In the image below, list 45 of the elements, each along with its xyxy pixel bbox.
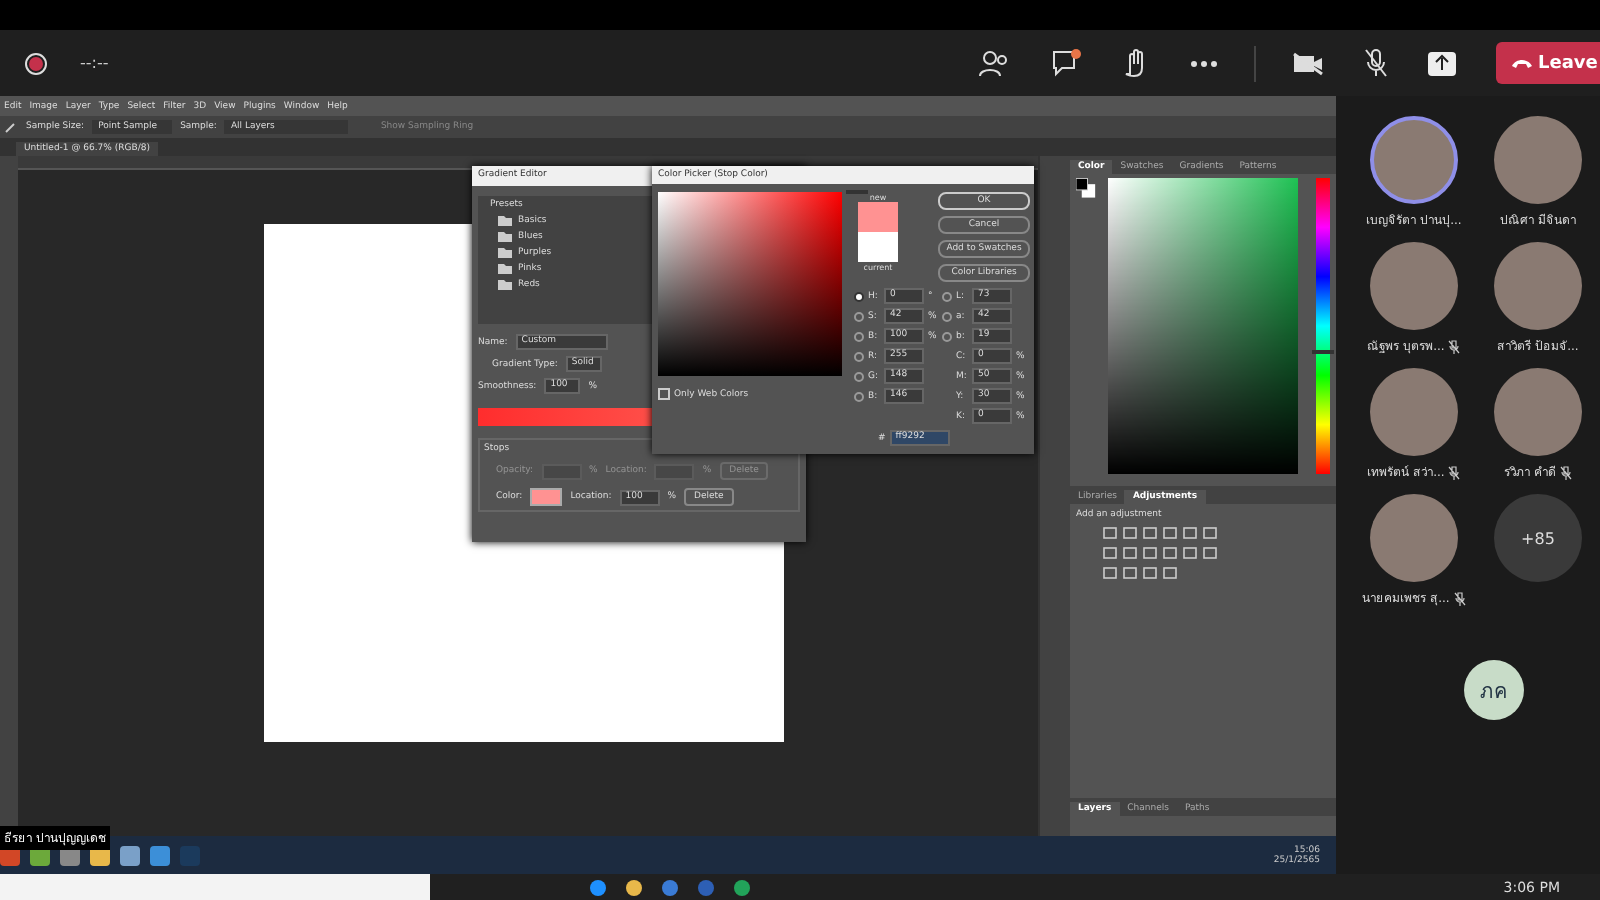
- adjustment-icons-drawing[interactable]: [1100, 524, 1220, 580]
- microphone-icon[interactable]: [1364, 48, 1388, 78]
- mic-off-icon: [1453, 591, 1466, 605]
- camera-icon[interactable]: [1292, 51, 1324, 75]
- share-icon[interactable]: [1428, 51, 1456, 75]
- participant-avatar[interactable]: [1370, 494, 1458, 582]
- participant-avatar[interactable]: [1494, 368, 1582, 456]
- participant-avatar[interactable]: [1494, 116, 1582, 204]
- radio-button[interactable]: [942, 291, 952, 301]
- radio-button[interactable]: [942, 311, 952, 321]
- foreground-background-icon[interactable]: [1076, 178, 1096, 198]
- participant-avatar[interactable]: [1370, 368, 1458, 456]
- radio-button[interactable]: [854, 371, 864, 381]
- radio-button[interactable]: [854, 391, 864, 401]
- self-avatar[interactable]: ภค: [1464, 660, 1524, 720]
- radio-button[interactable]: [854, 291, 864, 301]
- participant-avatar[interactable]: [1370, 116, 1458, 204]
- app-icon[interactable]: [626, 879, 642, 895]
- color-field[interactable]: [658, 192, 842, 376]
- search-field[interactable]: [0, 874, 430, 900]
- phone-icon: [1512, 58, 1532, 68]
- radio-button[interactable]: [854, 331, 864, 341]
- radio-button[interactable]: [854, 311, 864, 321]
- new-color-swatch: [858, 202, 898, 232]
- leave-button[interactable]: Leave: [1496, 42, 1600, 84]
- record-icon: [24, 51, 48, 75]
- participant-avatar[interactable]: [1494, 242, 1582, 330]
- overflow-count[interactable]: +85: [1494, 494, 1582, 582]
- mic-off-icon: [1559, 465, 1572, 479]
- radio-button[interactable]: [854, 351, 864, 361]
- hue-slider-thumb[interactable]: [1312, 350, 1335, 355]
- people-icon[interactable]: [978, 49, 1010, 77]
- mic-off-icon: [1448, 465, 1461, 479]
- participant-avatar[interactable]: [1370, 242, 1458, 330]
- app-icon[interactable]: [734, 879, 750, 895]
- stop-color-swatch[interactable]: [530, 488, 563, 506]
- color-field[interactable]: [1107, 178, 1299, 474]
- app-icon[interactable]: [590, 879, 606, 895]
- mic-off-icon: [1448, 339, 1461, 353]
- chat-icon[interactable]: [1050, 48, 1082, 78]
- meeting-timer: --:--: [80, 54, 109, 72]
- radio-button[interactable]: [942, 331, 952, 341]
- more-icon[interactable]: [1190, 59, 1218, 67]
- eyedropper-icon[interactable]: [4, 120, 18, 134]
- current-color-swatch: [858, 232, 898, 262]
